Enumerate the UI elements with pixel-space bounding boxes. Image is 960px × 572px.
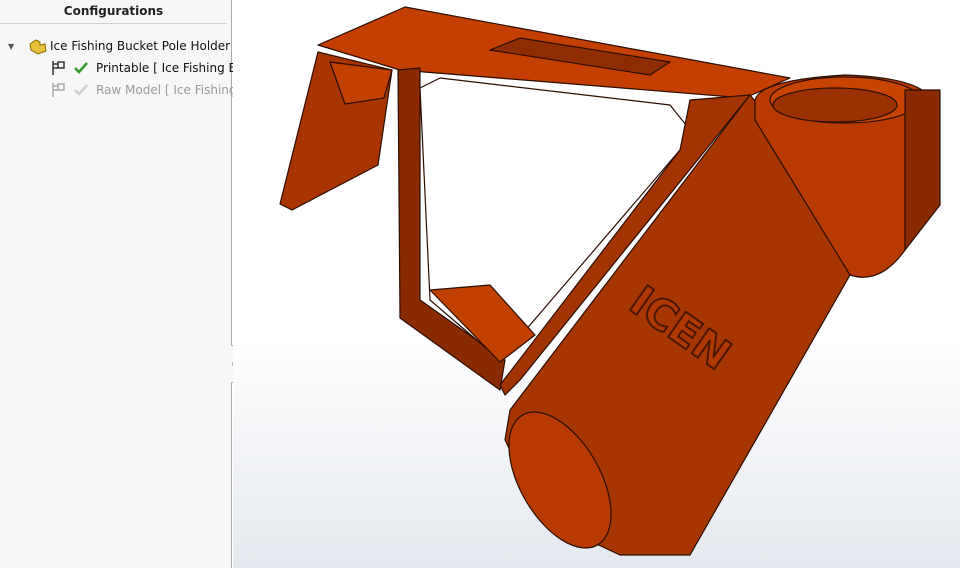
panel-title: Configurations [0, 0, 227, 24]
config-item-raw-model[interactable]: Raw Model [ Ice Fishing B [50, 80, 249, 100]
tree-root-label: Ice Fishing Bucket Pole Holder Co [50, 39, 250, 53]
configuration-icon [52, 83, 65, 97]
3d-model: ICEN [279, 6, 941, 556]
configuration-manager-panel: Configurations ▼ Ice Fishing Bucket Pole… [0, 0, 250, 568]
config-label: Printable [ Ice Fishing Bu [96, 61, 245, 75]
part-icon [29, 39, 47, 55]
checkmark-icon [74, 84, 88, 96]
tree-root-item[interactable]: ▼ Ice Fishing Bucket Pole Holder Co [8, 36, 250, 56]
checkmark-icon [74, 62, 88, 74]
config-label: Raw Model [ Ice Fishing B [96, 83, 249, 97]
config-item-printable[interactable]: Printable [ Ice Fishing Bu [50, 58, 244, 78]
graphics-viewport[interactable]: ICEN [233, 0, 960, 568]
expand-arrow-icon[interactable]: ▼ [8, 42, 28, 51]
configuration-icon [52, 61, 65, 75]
